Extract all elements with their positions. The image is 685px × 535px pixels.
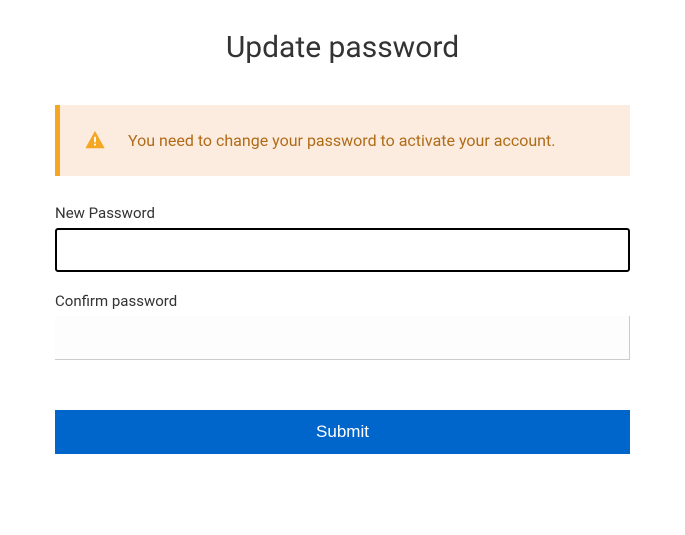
alert-warning: You need to change your password to acti… <box>55 105 630 176</box>
confirm-password-label: Confirm password <box>55 292 630 310</box>
new-password-label: New Password <box>55 204 630 222</box>
submit-button[interactable]: Submit <box>55 410 630 454</box>
new-password-group: New Password <box>55 204 630 272</box>
alert-message: You need to change your password to acti… <box>128 127 555 154</box>
new-password-input[interactable] <box>55 228 630 272</box>
page-title: Update password <box>55 30 630 65</box>
confirm-password-input[interactable] <box>55 316 630 360</box>
warning-icon <box>84 129 106 151</box>
confirm-password-group: Confirm password <box>55 292 630 360</box>
